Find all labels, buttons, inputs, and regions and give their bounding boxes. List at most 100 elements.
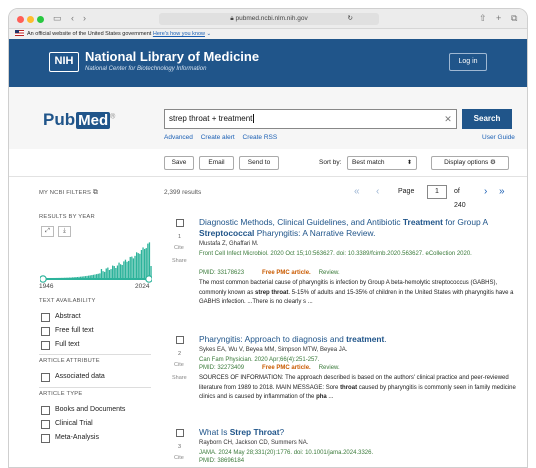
sort-label: Sort by:: [319, 159, 341, 166]
tab-overview-icon[interactable]: ⧉: [511, 12, 517, 25]
create-alert-link[interactable]: Create alert: [201, 134, 235, 141]
updown-icon: ⬍: [407, 157, 412, 169]
result-pmid: PMID: 33178623Free PMC article.Review.: [199, 270, 340, 276]
zoom-window-button[interactable]: [37, 16, 44, 23]
sort-select[interactable]: Best match ⬍: [347, 156, 417, 170]
result-title[interactable]: Pharyngitis: Approach to diagnosis and t…: [199, 334, 519, 345]
cite-button[interactable]: Cite: [174, 362, 184, 368]
title-part: .: [384, 334, 386, 344]
result-pmid: PMID: 32273409Free PMC article.Review.: [199, 365, 340, 371]
page-input[interactable]: 1: [427, 185, 447, 199]
full-text-label: Full text: [55, 341, 80, 348]
back-icon[interactable]: ‹: [71, 12, 74, 25]
clear-search-icon[interactable]: ✕: [439, 109, 457, 129]
minimize-window-button[interactable]: [27, 16, 34, 23]
expand-icon[interactable]: ⤢: [41, 226, 54, 237]
share-button[interactable]: Share: [172, 258, 187, 264]
histogram-bar: [104, 272, 105, 278]
forward-icon[interactable]: ›: [83, 12, 86, 25]
histogram-bar: [131, 257, 132, 278]
search-region: PubMed® strep throat + treatment ✕ Searc…: [9, 87, 527, 149]
nlm-title[interactable]: National Library of Medicine: [85, 49, 259, 64]
snippet-part: ...: [327, 394, 334, 400]
share-button[interactable]: Share: [172, 375, 187, 381]
histogram-bar: [126, 262, 127, 278]
nlm-subtitle: National Center for Biotechnology Inform…: [85, 66, 206, 72]
cite-button[interactable]: Cite: [174, 245, 184, 251]
search-links: Advanced Create alert Create RSS: [164, 134, 283, 141]
article-attribute-heading: ARTICLE ATTRIBUTE: [39, 358, 100, 364]
nlm-header: NIH National Library of Medicine Nationa…: [9, 39, 527, 87]
histogram-bar: [128, 261, 129, 278]
histogram-bar: [133, 258, 134, 278]
advanced-link[interactable]: Advanced: [164, 134, 193, 141]
create-rss-link[interactable]: Create RSS: [243, 134, 278, 141]
full-text-checkbox[interactable]: [41, 341, 50, 350]
year-end-handle[interactable]: [146, 276, 152, 282]
next-page-icon[interactable]: ›: [484, 185, 487, 199]
us-flag-icon: [15, 30, 24, 36]
books-checkbox[interactable]: [41, 406, 50, 415]
result-number: 2: [178, 351, 181, 357]
results-count: 2,399 results: [164, 189, 201, 196]
free-pmc-badge: Free PMC article.: [262, 365, 311, 371]
histogram-bar: [138, 253, 139, 278]
histogram-bar: [115, 268, 116, 278]
text-availability-heading: TEXT AVAILABILITY: [39, 298, 96, 304]
snippet-highlight: throat: [340, 385, 357, 391]
histogram-bar: [110, 269, 111, 278]
search-query-text: strep throat + treatment: [169, 114, 252, 123]
download-icon[interactable]: ⤓: [58, 226, 71, 237]
nih-logo[interactable]: NIH: [49, 52, 79, 72]
last-page-icon[interactable]: »: [499, 185, 505, 199]
result-checkbox[interactable]: [176, 336, 184, 344]
search-input[interactable]: strep throat + treatment: [164, 109, 457, 129]
my-ncbi-filters[interactable]: MY NCBI FILTERS ⧉: [39, 189, 98, 197]
year-start-handle[interactable]: [40, 276, 46, 282]
reload-icon[interactable]: ↻: [348, 13, 353, 25]
histogram-bar: [94, 274, 95, 278]
prev-page-icon[interactable]: ‹: [376, 185, 379, 199]
year-start: 1946: [39, 283, 53, 290]
title-part: ?: [280, 427, 285, 437]
divider: [39, 387, 151, 388]
address-bar[interactable]: 🔒︎ pubmed.ncbi.nlm.nih.gov↻: [159, 13, 379, 25]
result-pmid: PMID: 38696184: [199, 458, 244, 464]
gov-banner-text: An official website of the United States…: [27, 31, 151, 37]
login-button[interactable]: Log in: [449, 53, 487, 71]
search-button[interactable]: Search: [462, 109, 512, 129]
share-icon[interactable]: ⇧: [479, 12, 487, 25]
close-window-button[interactable]: [17, 16, 24, 23]
associated-data-checkbox[interactable]: [41, 373, 50, 382]
cite-button[interactable]: Cite: [174, 455, 184, 461]
meta-analysis-checkbox[interactable]: [41, 434, 50, 443]
result-authors: Sykes EA, Wu V, Beyea MM, Simpson MTW, B…: [199, 347, 347, 353]
result-checkbox[interactable]: [176, 429, 184, 437]
free-full-text-checkbox[interactable]: [41, 327, 50, 336]
page-label: Page: [398, 185, 414, 199]
user-guide-link[interactable]: User Guide: [482, 134, 515, 141]
filters-title: MY NCBI FILTERS: [39, 190, 91, 196]
histogram-bar: [109, 270, 110, 278]
email-button[interactable]: Email: [199, 156, 234, 170]
heres-how-link[interactable]: Here's how you know: [153, 31, 205, 37]
result-checkbox[interactable]: [176, 219, 184, 227]
first-page-icon[interactable]: «: [354, 185, 360, 199]
new-tab-icon[interactable]: +: [496, 12, 501, 25]
save-button[interactable]: Save: [164, 156, 194, 170]
pubmed-logo[interactable]: PubMed®: [43, 110, 115, 130]
result-title[interactable]: What Is Strep Throat?: [199, 427, 519, 438]
abstract-checkbox[interactable]: [41, 313, 50, 322]
send-to-button[interactable]: Send to: [239, 156, 279, 170]
clinical-trial-checkbox[interactable]: [41, 420, 50, 429]
display-options-button[interactable]: Display options ⚙: [431, 156, 509, 170]
histogram-bar: [120, 264, 121, 278]
histogram-bar: [144, 249, 145, 278]
safari-toolbar: ▭ ‹ › 🔒︎ pubmed.ncbi.nlm.nih.gov↻ ⇧ + ⧉: [9, 9, 527, 29]
result-title[interactable]: Diagnostic Methods, Clinical Guidelines,…: [199, 217, 519, 239]
histogram-bar: [77, 277, 78, 278]
histogram-bar: [90, 275, 91, 278]
sidebar-toggle-icon[interactable]: ▭: [53, 12, 62, 25]
free-pmc-badge: Free PMC article.: [262, 270, 311, 276]
sort-value: Best match: [352, 159, 385, 166]
